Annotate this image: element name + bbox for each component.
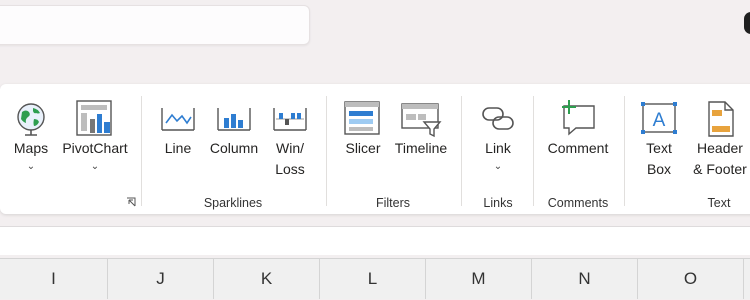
sparkline-column-button[interactable]: Column: [204, 100, 264, 159]
group-label-links: Links: [483, 196, 513, 210]
group-label-filters: Filters: [375, 196, 411, 210]
svg-text:A: A: [653, 110, 666, 131]
timeline-label: Timeline: [394, 140, 448, 156]
text-box-label: Text: [646, 140, 672, 156]
group-label-sparklines: Sparklines: [203, 196, 263, 210]
link-label: Link: [485, 140, 511, 156]
profile-icon[interactable]: [744, 12, 750, 34]
comment-icon: [562, 100, 595, 136]
slicer-icon: [344, 101, 380, 135]
column-header-k[interactable]: K: [214, 259, 320, 299]
sparkline-line-icon: [161, 108, 195, 131]
slicer-button[interactable]: Slicer: [340, 100, 386, 159]
globe-maps-icon: [17, 103, 45, 136]
text-box-label-line2: Box: [646, 161, 672, 177]
maps-button[interactable]: Maps ⌄: [8, 100, 54, 172]
group-divider: [533, 96, 534, 206]
group-divider: [326, 96, 327, 206]
sparkline-winloss-icon: [273, 108, 307, 131]
sparkline-column-label: Column: [209, 140, 259, 156]
chevron-down-icon: ⌄: [493, 161, 503, 172]
column-header-i[interactable]: I: [0, 259, 108, 299]
sparkline-column-icon: [217, 108, 251, 131]
comment-label: Comment: [547, 140, 609, 156]
text-box-button[interactable]: A Text Box: [636, 100, 682, 180]
link-button[interactable]: Link ⌄: [476, 100, 520, 172]
text-box-icon: A: [641, 102, 677, 134]
dialog-launcher-icon[interactable]: [126, 197, 136, 207]
header-footer-label-line2: & Footer: [693, 161, 747, 177]
chevron-down-icon: ⌄: [90, 161, 100, 172]
maps-label: Maps: [13, 140, 49, 156]
sparkline-winloss-label: Win/: [276, 140, 304, 156]
column-header-m[interactable]: M: [426, 259, 532, 299]
group-label-comments: Comments: [547, 196, 609, 210]
slicer-label: Slicer: [345, 140, 381, 156]
sparkline-line-label: Line: [164, 140, 192, 156]
timeline-icon: [401, 103, 442, 138]
chevron-down-icon: ⌄: [26, 161, 36, 172]
sparkline-winloss-button[interactable]: Win/ Loss: [268, 100, 312, 180]
column-header-j[interactable]: J: [108, 259, 214, 299]
search-box[interactable]: [0, 5, 310, 45]
pivotchart-button[interactable]: PivotChart ⌄: [58, 100, 132, 172]
group-label-text: Text: [707, 196, 731, 210]
column-header-n[interactable]: N: [532, 259, 638, 299]
group-divider: [461, 96, 462, 206]
comment-button[interactable]: Comment: [542, 100, 614, 159]
pivotchart-label: PivotChart: [62, 140, 128, 156]
sparkline-winloss-label-line2: Loss: [275, 161, 305, 177]
pivotchart-icon: [76, 100, 112, 136]
column-header-o[interactable]: O: [638, 259, 744, 299]
insert-ribbon: Maps ⌄ PivotChart ⌄ Line Column Win/ Los…: [0, 84, 750, 214]
sparkline-line-button[interactable]: Line: [156, 100, 200, 159]
header-footer-label: Header: [697, 140, 743, 156]
formula-bar[interactable]: [0, 226, 750, 255]
header-footer-icon: [708, 101, 734, 137]
column-header-row: I J K L M N O: [0, 258, 750, 299]
link-icon: [482, 107, 514, 130]
group-divider: [624, 96, 625, 206]
timeline-button[interactable]: Timeline: [390, 100, 452, 159]
column-header-l[interactable]: L: [320, 259, 426, 299]
header-footer-button[interactable]: Header & Footer: [688, 100, 750, 180]
group-divider: [141, 96, 142, 206]
